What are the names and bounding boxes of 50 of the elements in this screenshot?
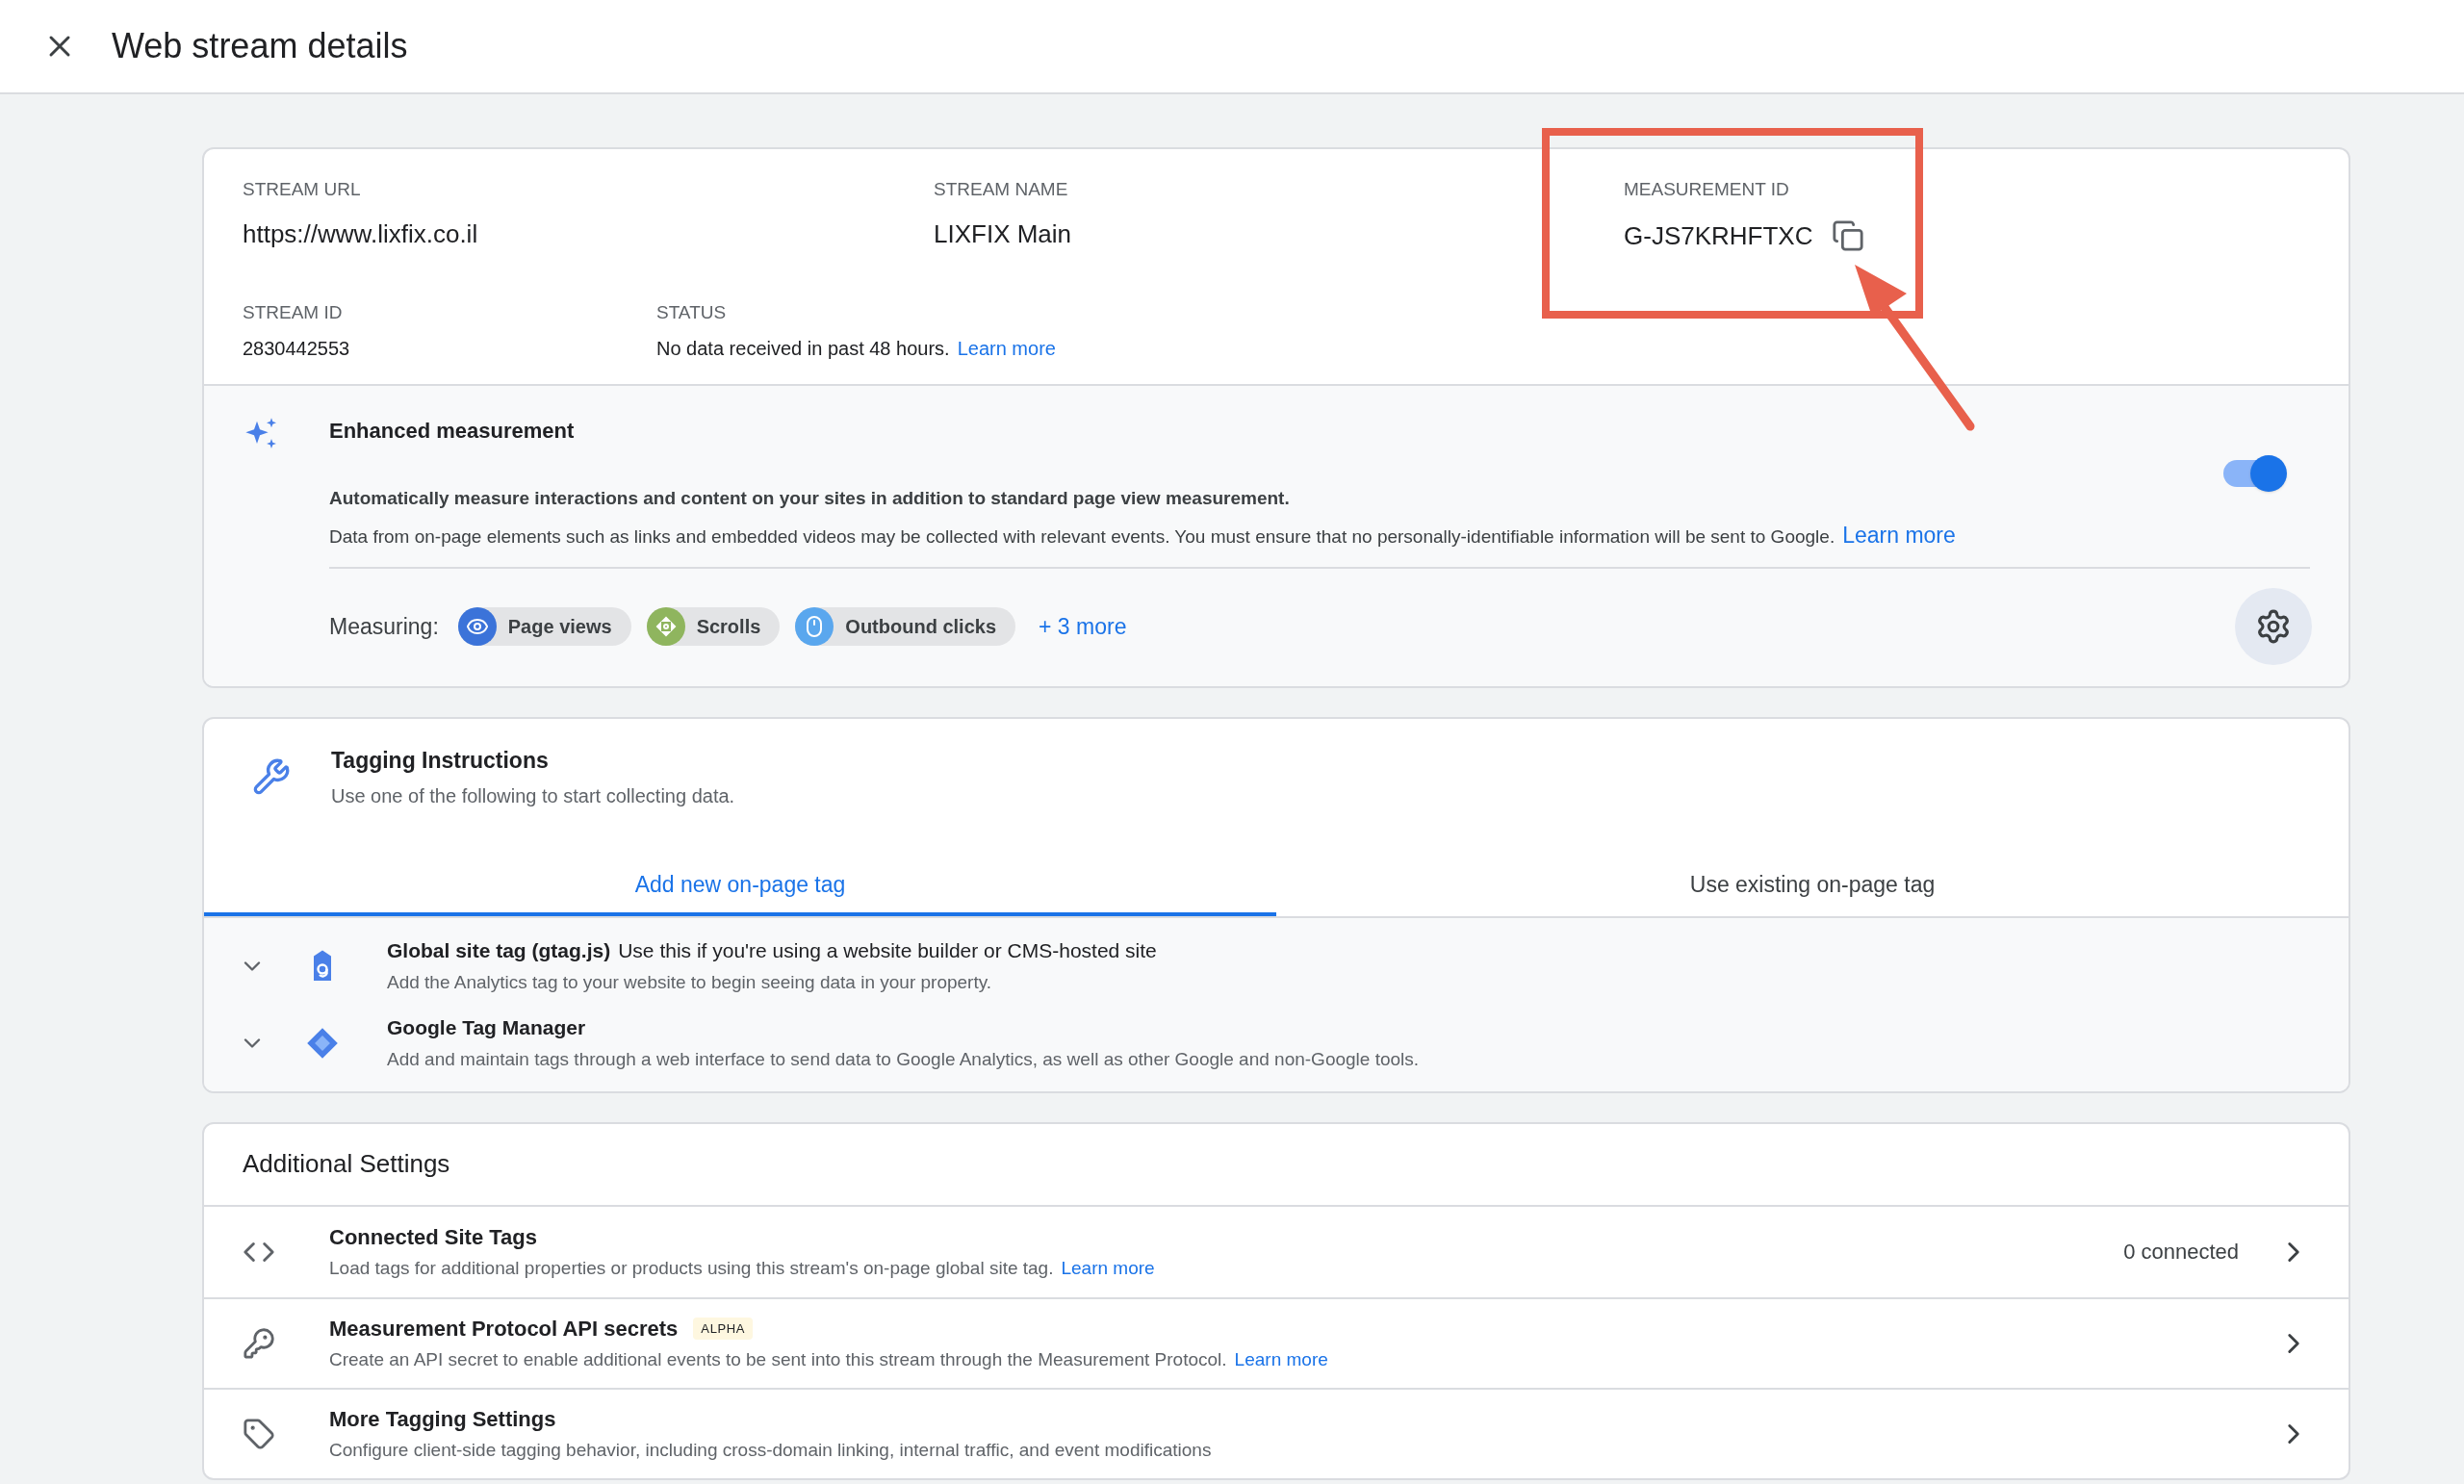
- tab[interactable]: Use existing on-page tag: [1276, 857, 2348, 916]
- field-value: https://www.lixfix.co.il: [243, 217, 479, 250]
- page-title: Web stream details: [112, 25, 408, 67]
- row-description: Configure client-side tagging behavior, including cross-domain linking, internal traffic, and event modifications: [329, 1438, 1212, 1462]
- section-title: Tagging Instructions: [331, 747, 550, 775]
- row-description: Load tags for additional properties or products using this stream's on-page global site tag.: [329, 1256, 1054, 1280]
- row-title: Measurement Protocol API secrets: [329, 1315, 679, 1343]
- field-label: STREAM URL: [243, 178, 362, 201]
- field-value: LIXFIX Main: [934, 217, 1073, 250]
- learn-more-link[interactable]: Learn more: [1842, 518, 1956, 551]
- section-title: Additional Settings: [204, 1123, 2348, 1207]
- option-title: Global site tag (gtag.js): [387, 937, 611, 963]
- measurement-chip: Scrolls: [646, 607, 781, 646]
- row-title: More Tagging Settings: [329, 1405, 556, 1433]
- settings-row[interactable]: Connected Site Tags Load tags for additional properties or products using this stream's on-page global site tag. Learn more 0 connected: [204, 1206, 2348, 1297]
- section-title: Enhanced measurement: [329, 418, 576, 445]
- option-description: Add and maintain tags through a web interface to send data to Google Analytics, as well as other Google and non-Google tools.: [387, 1048, 1420, 1071]
- settings-row[interactable]: Measurement Protocol API secrets ALPHA Create an API secret to enable additional events to be sent into this stream through the Measurement Protocol. Learn more: [204, 1296, 2348, 1388]
- row-description: Create an API secret to enable additional events to be sent into this stream through the Measurement Protocol.: [329, 1347, 1227, 1371]
- label-icon: [243, 1417, 275, 1450]
- measurement-chip: Outbound clicks: [795, 607, 1015, 646]
- key-icon: [243, 1326, 275, 1360]
- option-title: Google Tag Manager: [387, 1014, 586, 1040]
- learn-more-link[interactable]: Learn more: [1061, 1254, 1155, 1283]
- more-link[interactable]: + 3 more: [1039, 609, 1127, 644]
- field-value: G-JS7KRHFTXC: [1624, 219, 1813, 252]
- learn-more-link[interactable]: Learn more: [957, 334, 1056, 363]
- measurement-chip: Page views: [457, 607, 631, 646]
- settings-icon: [2255, 608, 2292, 645]
- copy-button[interactable]: [1832, 219, 1865, 252]
- field-label: STREAM ID: [243, 300, 344, 324]
- field-label: STREAM NAME: [934, 178, 1069, 201]
- measuring-label: Measuring:: [329, 612, 439, 641]
- description-text: Automatically measure interactions and content on your sites in addition to standard page view measurement.: [329, 487, 1291, 510]
- description-text: Data from on-page elements such as links and embedded videos may be collected with relevant events. You must ensure that no personally-identifiable information will be sent to Google.: [329, 525, 1835, 549]
- wrench-icon: [252, 757, 291, 796]
- option-description: Add the Analytics tag to your website to begin seeing data in your property.: [387, 971, 993, 994]
- option-note: Use this if you're using a website builder or CMS-hosted site: [618, 937, 1157, 963]
- field-label: MEASUREMENT ID: [1624, 178, 1790, 201]
- section-subtitle: Use one of the following to start collecting data.: [331, 783, 735, 808]
- field-value: No data received in past 48 hours.: [656, 337, 950, 361]
- row-title: Connected Site Tags: [329, 1223, 537, 1251]
- alpha-badge: ALPHA: [693, 1317, 754, 1340]
- learn-more-link[interactable]: Learn more: [1234, 1345, 1328, 1374]
- settings-row[interactable]: More Tagging Settings Configure client-side tagging behavior, including cross-domain linking, internal traffic, and event modifications: [204, 1387, 2348, 1478]
- scroll-arrows-icon: [654, 615, 678, 638]
- copy-icon: [1832, 219, 1865, 252]
- connected-count: 0 connected: [2123, 1239, 2239, 1266]
- field-label: STATUS: [656, 300, 728, 324]
- field-value: 2830442553: [243, 337, 350, 361]
